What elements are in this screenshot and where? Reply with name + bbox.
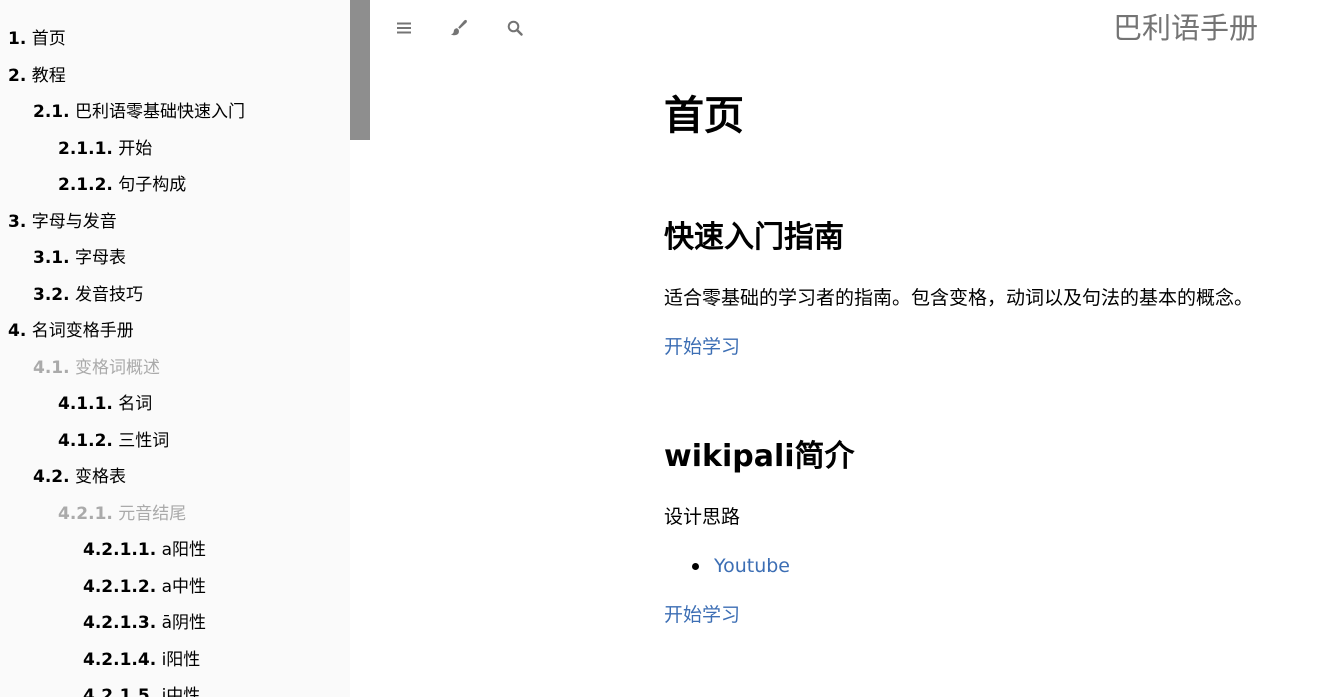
- sidebar-item-number: 4.2.1.2.: [83, 576, 157, 597]
- sidebar-item[interactable]: 2.1.2. 句子构成: [0, 166, 350, 203]
- sidebar-resize-handle[interactable]: [350, 0, 370, 697]
- section-paragraph-link: 开始学习: [664, 601, 740, 629]
- youtube-link[interactable]: Youtube: [714, 555, 790, 577]
- start-learning-link[interactable]: 开始学习: [664, 336, 740, 358]
- sidebar-item-label: 开始: [118, 138, 153, 159]
- sidebar-item-number: 2.1.1.: [58, 138, 113, 159]
- section-paragraph-link: 开始学习: [664, 333, 740, 361]
- sidebar-item-label: 变格表: [74, 467, 126, 487]
- sidebar-item[interactable]: 4.1.2. 三性词: [0, 422, 350, 459]
- sidebar-scrollbar-thumb[interactable]: [350, 0, 370, 140]
- sidebar-item[interactable]: 4.1.1. 名词: [0, 385, 350, 422]
- sidebar-item-number: 3.1.: [33, 248, 70, 268]
- sidebar-item[interactable]: 4.1. 变格词概述: [0, 349, 350, 386]
- sidebar-item[interactable]: 4.2.1.3. ā阴性: [0, 604, 350, 641]
- sidebar-item-label: 发音技巧: [74, 284, 143, 305]
- start-learning-link[interactable]: 开始学习: [664, 604, 740, 626]
- bullet-dot: [692, 563, 699, 570]
- sidebar-item-label: 字母与发音: [31, 211, 117, 232]
- section-heading-quickstart: 快速入门指南: [664, 220, 844, 255]
- book-title: 巴利语手册: [1112, 11, 1258, 45]
- sidebar-item-label: 字母表: [74, 248, 126, 268]
- sidebar-item-label: 变格词概述: [74, 357, 160, 378]
- sidebar: 1. 首页 2. 教程 2.1. 巴利语零基础快速入门 2.1.1. 开始 2.1.2.…: [0, 0, 350, 697]
- sidebar-item-label: ā阴性: [161, 613, 206, 633]
- sidebar-item-label: 名词: [118, 394, 153, 414]
- sidebar-item[interactable]: 4.2.1.4. i阳性: [0, 641, 350, 678]
- sidebar-item-number: 4.2.1.: [58, 503, 113, 524]
- sidebar-item-label: 句子构成: [118, 175, 187, 195]
- sidebar-item[interactable]: 3.1. 字母表: [0, 239, 350, 276]
- sidebar-item-number: 4.1.2.: [58, 430, 113, 451]
- bullet-list: Youtube: [664, 552, 790, 580]
- sidebar-item-label: 三性词: [118, 430, 170, 451]
- sidebar-item-label: 名词变格手册: [31, 321, 134, 341]
- sidebar-item[interactable]: 1. 首页: [0, 20, 350, 57]
- sidebar-item-number: 3.: [8, 211, 27, 232]
- sidebar-item[interactable]: 2.1.1. 开始: [0, 130, 350, 167]
- sidebar-item-number: 4.: [8, 321, 27, 341]
- hamburger-icon[interactable]: [392, 16, 416, 40]
- sidebar-item[interactable]: 4. 名词变格手册: [0, 312, 350, 349]
- sidebar-item-number: 1.: [8, 29, 27, 49]
- sidebar-item-number: 2.1.2.: [58, 175, 113, 195]
- section-text-wikipali: 设计思路: [664, 506, 741, 528]
- sidebar-item-label: 教程: [31, 65, 66, 86]
- menu-bar: 巴利语手册: [370, 0, 1320, 56]
- search-icon[interactable]: [503, 16, 527, 40]
- sidebar-item-label: 元音结尾: [118, 503, 187, 524]
- sidebar-item-label: 首页: [31, 29, 66, 49]
- table-of-contents: 1. 首页 2. 教程 2.1. 巴利语零基础快速入门 2.1.1. 开始 2.1.2.…: [0, 0, 350, 697]
- sidebar-item[interactable]: 2.1. 巴利语零基础快速入门: [0, 93, 350, 130]
- sidebar-item[interactable]: 4.2.1.1. a阳性: [0, 531, 350, 568]
- sidebar-item-label: a阳性: [161, 540, 206, 560]
- sidebar-item-number: 4.2.1.1.: [83, 540, 157, 560]
- paintbrush-icon[interactable]: [447, 16, 471, 40]
- sidebar-item-number: 4.1.1.: [58, 394, 113, 414]
- page-title: 首页: [664, 93, 744, 139]
- sidebar-item-label: i阳性: [161, 649, 201, 670]
- sidebar-item[interactable]: 4.2.1. 元音结尾: [0, 495, 350, 532]
- sidebar-item-number: 2.: [8, 65, 27, 86]
- sidebar-item[interactable]: 3. 字母与发音: [0, 203, 350, 240]
- sidebar-item-number: 4.2.1.4.: [83, 649, 157, 670]
- list-item: Youtube: [664, 552, 790, 580]
- sidebar-item[interactable]: 2. 教程: [0, 57, 350, 94]
- section-text-quickstart: 适合零基础的学习者的指南。包含变格，动词以及句法的基本的概念。: [664, 287, 1254, 309]
- sidebar-item[interactable]: 3.2. 发音技巧: [0, 276, 350, 313]
- sidebar-item-number: 4.2.1.5.: [83, 686, 157, 697]
- sidebar-item-label: 巴利语零基础快速入门: [74, 102, 245, 122]
- sidebar-item-number: 3.2.: [33, 284, 70, 305]
- sidebar-item-label: i中性: [161, 686, 201, 697]
- sidebar-item-number: 4.2.1.3.: [83, 613, 157, 633]
- sidebar-item-number: 4.1.: [33, 357, 70, 378]
- sidebar-item-number: 2.1.: [33, 102, 70, 122]
- sidebar-item-label: a中性: [161, 576, 206, 597]
- section-heading-wikipali: wikipali简介: [664, 439, 855, 474]
- sidebar-item[interactable]: 4.2.1.2. a中性: [0, 568, 350, 605]
- sidebar-item[interactable]: 4.2. 变格表: [0, 458, 350, 495]
- sidebar-item-number: 4.2.: [33, 467, 70, 487]
- sidebar-item[interactable]: 4.2.1.5. i中性: [0, 677, 350, 697]
